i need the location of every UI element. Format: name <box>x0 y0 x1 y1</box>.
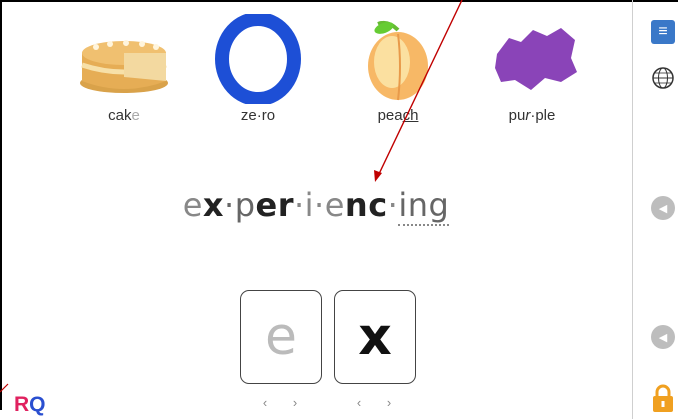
tile-1-next-button[interactable]: › <box>289 395 301 410</box>
purple-icon[interactable] <box>486 16 586 102</box>
speaker-icon[interactable]: ◀ <box>651 196 675 220</box>
purple-caption-main: pu <box>508 107 526 124</box>
logo-r: R <box>14 393 30 416</box>
menu-icon[interactable]: ≡ <box>651 20 675 44</box>
speaker-icon[interactable]: ◀ <box>651 325 675 349</box>
word-part-5: ·i· <box>293 186 325 224</box>
lock-icon[interactable] <box>651 384 675 412</box>
word-part-4: er <box>255 186 294 224</box>
word-part-9: ing <box>398 186 450 226</box>
word-part-7: nc <box>344 186 388 224</box>
word-part-1: e <box>182 186 203 224</box>
tile-2-next-button[interactable]: › <box>383 395 395 410</box>
word-part-3: ·p <box>224 186 256 224</box>
cake-caption-silent: e <box>131 107 140 124</box>
letter-tile-2[interactable]: x <box>334 290 416 384</box>
language-globe-icon[interactable] <box>651 66 675 90</box>
cake-caption-main: cak <box>108 107 132 124</box>
tile-1-nav: ‹ › <box>250 392 310 412</box>
word-part-8: · <box>387 186 399 224</box>
letter-tile-1[interactable]: e <box>240 290 322 384</box>
word-part-6: e <box>324 186 345 224</box>
peach-caption-digraph: ch <box>402 107 419 124</box>
sidebar-divider <box>632 0 633 419</box>
tile-2-nav: ‹ › <box>344 392 404 412</box>
zero-caption: ze·ro <box>240 107 276 124</box>
picture-row: cake ze·ro peach pur·ple <box>0 0 632 140</box>
peach-caption: peach <box>338 107 458 124</box>
cake-caption: cake <box>64 107 184 124</box>
logo-q: Q <box>29 393 46 416</box>
tile-2-prev-button[interactable]: ‹ <box>353 395 365 410</box>
purple-caption: pur·ple <box>472 107 592 124</box>
tile-1-prev-button[interactable]: ‹ <box>259 395 271 410</box>
word-part-2: x <box>202 186 225 224</box>
zero-icon[interactable] <box>208 14 308 104</box>
peach-icon[interactable] <box>348 16 448 102</box>
peach-caption-main: pea <box>377 107 403 124</box>
purple-caption-rest: ·ple <box>530 107 556 124</box>
target-word[interactable]: ex·per·i·enc·ing <box>0 186 632 226</box>
cake-icon[interactable] <box>74 16 174 102</box>
app-logo: RQ <box>14 393 46 417</box>
